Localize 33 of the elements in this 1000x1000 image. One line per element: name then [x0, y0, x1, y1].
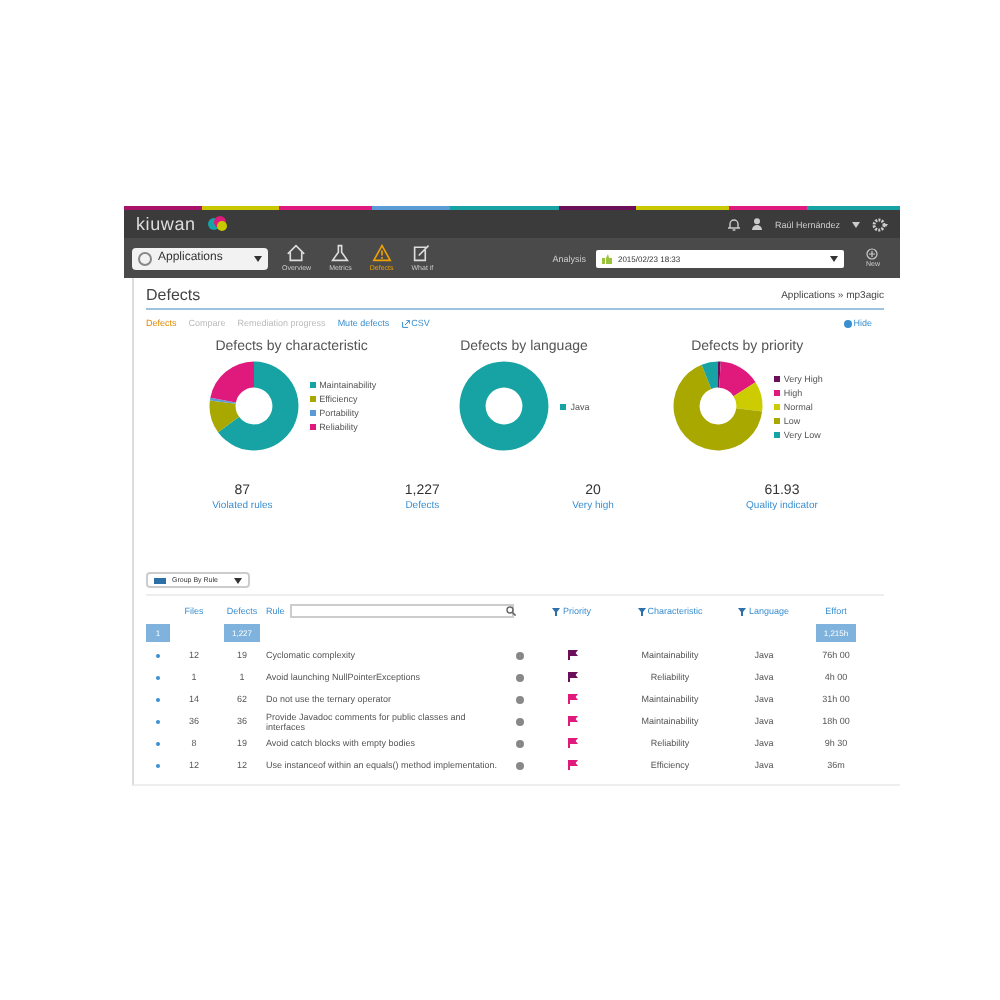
list-icon: [154, 577, 166, 583]
logo-icon: [207, 215, 228, 233]
house-icon: [286, 244, 307, 262]
plus-icon: [866, 248, 879, 260]
donut-chart-drawing: [207, 360, 300, 452]
thumbs-up-icon: [601, 253, 612, 263]
ring-icon: [138, 251, 152, 265]
logo-text: kiuwan: [136, 214, 196, 234]
info-icon: [843, 319, 852, 327]
info-icon[interactable]: [516, 651, 524, 659]
filter-icon: [637, 607, 646, 615]
donut-chart-drawing: [458, 360, 551, 452]
filter-icon: [738, 607, 747, 615]
warning-icon: [371, 244, 392, 262]
info-icon[interactable]: [516, 739, 524, 747]
info-icon[interactable]: [516, 761, 524, 769]
caret-icon: [254, 255, 262, 261]
rule-search-field[interactable]: [290, 604, 515, 618]
user-icon: [752, 218, 763, 230]
filter-icon: [552, 607, 561, 615]
settings-icon[interactable]: [872, 217, 888, 231]
page-title: Defects: [146, 286, 201, 304]
info-icon[interactable]: [516, 695, 524, 703]
export-icon: [401, 319, 410, 327]
edit-icon: [412, 244, 433, 262]
caret-icon: [829, 255, 838, 261]
caret-icon: [234, 577, 242, 583]
bell-icon[interactable]: [728, 217, 741, 231]
flask-icon: [330, 244, 351, 262]
info-icon[interactable]: [516, 717, 524, 725]
info-icon[interactable]: [516, 673, 524, 681]
donut-chart-drawing: [671, 360, 764, 452]
caret-icon: [852, 221, 860, 227]
